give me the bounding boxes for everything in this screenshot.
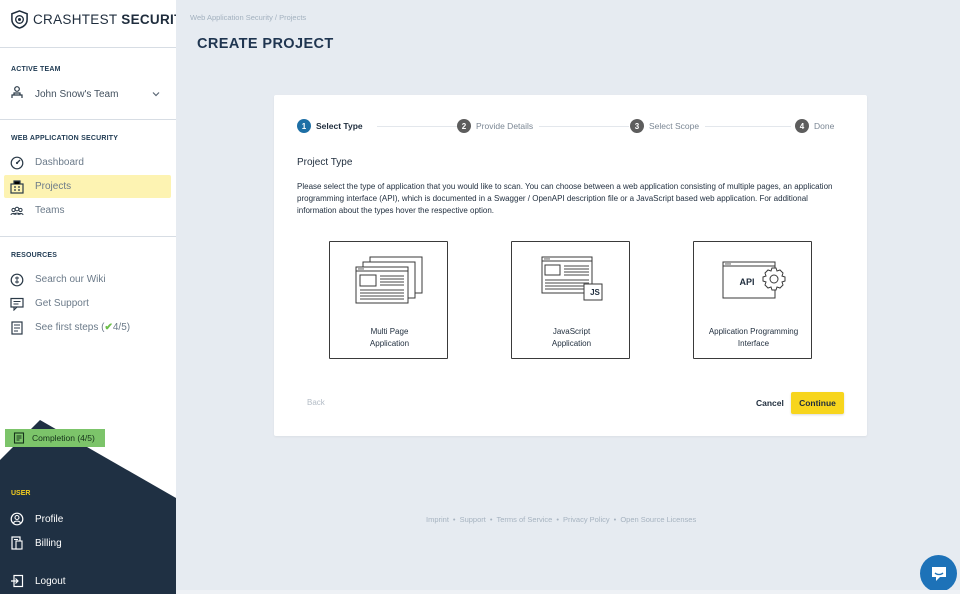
- step-number: 2: [457, 119, 471, 133]
- divider: [0, 236, 176, 237]
- footer-links: Imprint • Support • Terms of Service • Privacy…: [426, 515, 696, 524]
- step-number: 4: [795, 119, 809, 133]
- footer-separator: •: [489, 515, 493, 524]
- sidebar-item-label: Dashboard: [35, 157, 84, 168]
- divider: [0, 119, 176, 120]
- sidebar-item-support[interactable]: Get Support: [4, 292, 171, 315]
- step-label: Provide Details: [476, 121, 534, 131]
- step-label: Done: [814, 121, 835, 131]
- divider: [0, 47, 176, 48]
- web-app-security-label: WEB APPLICATION SECURITY: [11, 135, 119, 142]
- footer-link-licenses[interactable]: Open Source Licenses: [620, 515, 696, 524]
- brand-logo[interactable]: CRASHTEST SECURITY: [10, 10, 176, 29]
- support-icon: [10, 297, 24, 311]
- sidebar-item-label: See first steps (✔4/5): [35, 322, 131, 333]
- shield-logo-icon: [11, 10, 28, 29]
- footer-link-privacy[interactable]: Privacy Policy: [563, 515, 610, 524]
- team-name: John Snow's Team: [35, 88, 119, 100]
- step-label: Select Scope: [649, 121, 700, 131]
- teams-icon: [10, 204, 24, 218]
- back-button[interactable]: Back: [307, 398, 325, 407]
- cancel-button[interactable]: Cancel: [756, 398, 784, 408]
- dashboard-icon: [10, 156, 24, 170]
- brand-name: CRASHTEST SECURITY: [33, 12, 176, 27]
- step-connector: [537, 126, 629, 127]
- chat-button[interactable]: [920, 555, 957, 592]
- chevron-down-icon: [152, 92, 160, 97]
- sidebar-item-label: Profile: [35, 513, 64, 525]
- team-selector[interactable]: John Snow's Team: [4, 83, 171, 105]
- sidebar-item-teams[interactable]: Teams: [4, 199, 171, 222]
- team-icon: [10, 85, 24, 104]
- sidebar-item-billing[interactable]: Billing: [4, 532, 171, 554]
- project-type-heading: Project Type: [297, 157, 353, 168]
- footer-link-imprint[interactable]: Imprint: [426, 515, 449, 524]
- sidebar-item-label: Teams: [35, 205, 65, 216]
- type-option-label: Multi Page Application: [369, 327, 410, 348]
- step-select-scope[interactable]: 3 Select Scope: [630, 119, 706, 133]
- footer-link-terms[interactable]: Terms of Service: [496, 515, 552, 524]
- bottom-strip: [176, 590, 960, 594]
- footer-separator: •: [613, 515, 617, 524]
- user-section-label: USER: [11, 490, 31, 497]
- sidebar-item-label: Search our Wiki: [35, 274, 106, 285]
- checklist-icon: [13, 432, 25, 444]
- step-done[interactable]: 4 Done: [795, 119, 841, 133]
- active-team-label: ACTIVE TEAM: [11, 66, 61, 73]
- sidebar-item-profile[interactable]: Profile: [4, 508, 171, 530]
- footer-link-support[interactable]: Support: [460, 515, 486, 524]
- create-project-card: 1 Select Type 2 Provide Details 3 Select…: [274, 95, 867, 436]
- stepper: 1 Select Type 2 Provide Details 3 Select…: [297, 119, 841, 133]
- footer-separator: •: [452, 515, 456, 524]
- sidebar-item-label: Get Support: [35, 298, 89, 309]
- step-connector: [703, 126, 791, 127]
- step-select-type[interactable]: 1 Select Type: [297, 119, 369, 133]
- sidebar-item-first-steps[interactable]: See first steps (✔4/5): [4, 316, 171, 339]
- sidebar-item-dashboard[interactable]: Dashboard: [4, 151, 171, 174]
- projects-icon: [10, 179, 24, 194]
- page-title: CREATE PROJECT: [197, 36, 334, 52]
- continue-button[interactable]: Continue: [791, 392, 844, 414]
- completion-badge[interactable]: Completion (4/5): [5, 429, 105, 447]
- footer-separator: •: [556, 515, 559, 524]
- step-connector: [377, 126, 462, 127]
- sidebar-item-label: Projects: [35, 181, 72, 192]
- project-type-description: Please select the type of application th…: [297, 182, 833, 215]
- resources-label: RESOURCES: [11, 252, 58, 259]
- type-option-label: JavaScript Application: [551, 327, 592, 348]
- completion-label: Completion (4/5): [32, 433, 95, 443]
- type-option-javascript[interactable]: JS JavaScript Application: [511, 241, 630, 359]
- logout-icon: [10, 574, 24, 588]
- billing-icon: [10, 536, 24, 550]
- chat-bubble-icon: [931, 566, 946, 581]
- type-option-multi-page[interactable]: Multi Page Application: [329, 241, 448, 359]
- check-icon: ✔: [104, 322, 113, 333]
- type-option-label: Application Programming Interface: [708, 327, 799, 348]
- type-option-api[interactable]: API Application Programming Interface: [693, 241, 812, 359]
- js-badge: JS: [590, 288, 600, 297]
- breadcrumb[interactable]: Web Application Security / Projects: [190, 13, 306, 22]
- sidebar-item-projects[interactable]: Projects: [4, 175, 171, 198]
- profile-icon: [10, 512, 24, 526]
- wiki-icon: [10, 273, 24, 287]
- step-label: Select Type: [316, 121, 363, 131]
- api-badge: API: [739, 277, 755, 287]
- javascript-app-icon: [541, 256, 603, 301]
- sidebar: CRASHTEST SECURITY ACTIVE TEAM John Snow…: [0, 0, 176, 594]
- sidebar-item-label: Logout: [35, 575, 66, 587]
- first-steps-icon: [10, 320, 24, 335]
- step-number: 3: [630, 119, 644, 133]
- sidebar-item-logout[interactable]: Logout: [4, 570, 171, 592]
- sidebar-item-label: Billing: [35, 537, 62, 549]
- step-number: 1: [297, 119, 311, 133]
- step-provide-details[interactable]: 2 Provide Details: [457, 119, 540, 133]
- multi-page-icon: [355, 256, 423, 304]
- sidebar-item-wiki[interactable]: Search our Wiki: [4, 268, 171, 291]
